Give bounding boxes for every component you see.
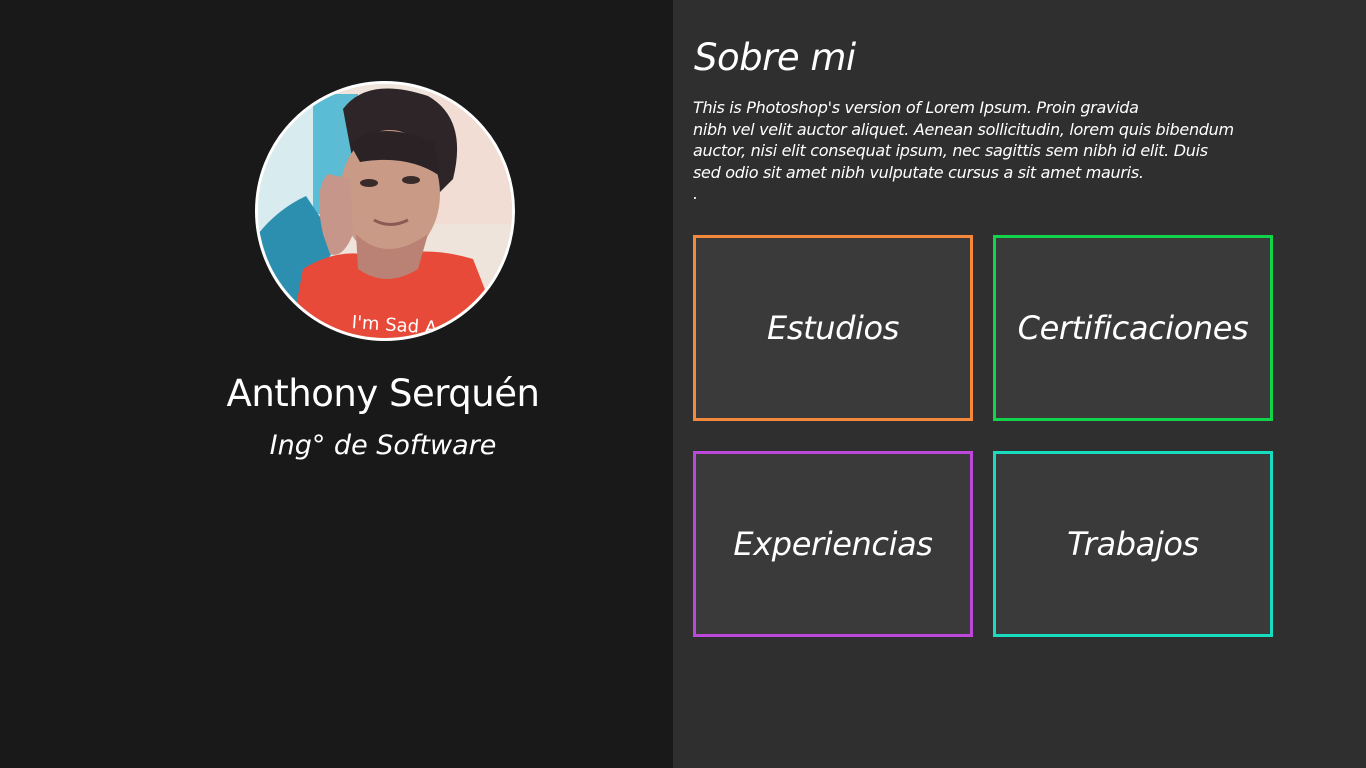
experiences-card-label: Experiencias [733,525,933,563]
profile-photo: I'm Sad A [258,84,512,338]
studies-card-label: Estudios [767,309,899,347]
profile-name: Anthony Serquén [226,372,540,415]
certifications-card-label: Certificaciones [1017,309,1249,347]
profile-role: Ing° de Software [269,430,497,461]
studies-card[interactable]: Estudios [693,235,973,421]
portfolio-page: I'm Sad A Anthony Serquén Ing° de Softwa… [0,0,1366,768]
avatar: I'm Sad A [255,81,515,341]
jobs-card[interactable]: Trabajos [993,451,1273,637]
about-title: Sobre mi [694,36,856,79]
about-description: This is Photoshop's version of Lorem Ips… [693,98,1234,203]
profile-panel: I'm Sad A Anthony Serquén Ing° de Softwa… [0,0,673,768]
experiences-card[interactable]: Experiencias [693,451,973,637]
jobs-card-label: Trabajos [1067,525,1199,563]
certifications-card[interactable]: Certificaciones [993,235,1273,421]
